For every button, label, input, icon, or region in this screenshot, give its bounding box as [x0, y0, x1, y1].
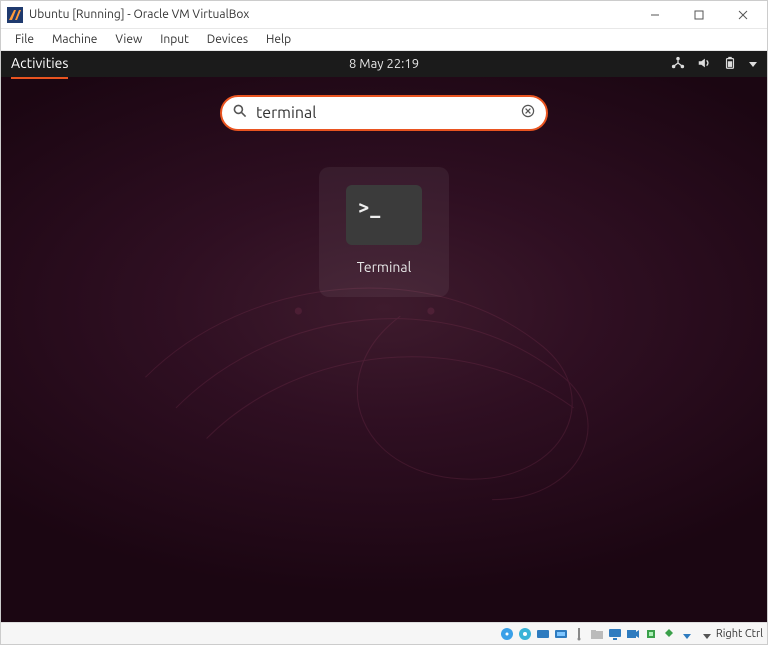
- hostkey-indicator[interactable]: Right Ctrl: [701, 628, 763, 640]
- guest-display: Activities 8 May 22:19: [1, 51, 767, 622]
- status-usb-icon[interactable]: [571, 626, 587, 642]
- activities-button[interactable]: Activities: [11, 55, 68, 73]
- host-window-controls: [633, 2, 765, 28]
- search-icon: [232, 103, 248, 123]
- clock[interactable]: 8 May 22:19: [349, 57, 419, 71]
- virtualbox-window: Ubuntu [Running] - Oracle VM VirtualBox …: [0, 0, 768, 645]
- virtualbox-menubar: File Machine View Input Devices Help: [1, 29, 767, 51]
- host-window-title: Ubuntu [Running] - Oracle VM VirtualBox: [29, 8, 633, 21]
- status-mouse-icon[interactable]: [661, 626, 677, 642]
- menu-devices[interactable]: Devices: [199, 31, 256, 48]
- battery-icon: [723, 56, 737, 73]
- status-optical-icon[interactable]: [517, 626, 533, 642]
- virtualbox-statusbar: Right Ctrl: [1, 622, 767, 644]
- menu-help[interactable]: Help: [258, 31, 299, 48]
- status-hard-disk-icon[interactable]: [499, 626, 515, 642]
- terminal-app-icon: >_: [346, 185, 422, 245]
- status-cpu-icon[interactable]: [643, 626, 659, 642]
- menu-machine[interactable]: Machine: [44, 31, 105, 48]
- status-display-icon[interactable]: [607, 626, 623, 642]
- maximize-button[interactable]: [677, 2, 721, 28]
- status-keyboard-icon[interactable]: [679, 626, 695, 642]
- chevron-down-icon: [749, 62, 757, 67]
- hostkey-label: Right Ctrl: [716, 628, 763, 640]
- menu-file[interactable]: File: [7, 31, 42, 48]
- gnome-top-bar: Activities 8 May 22:19: [1, 51, 767, 77]
- menu-input[interactable]: Input: [152, 31, 197, 48]
- search-wrap: [220, 95, 548, 131]
- host-titlebar: Ubuntu [Running] - Oracle VM VirtualBox: [1, 1, 767, 29]
- menu-view[interactable]: View: [107, 31, 150, 48]
- minimize-button[interactable]: [633, 2, 677, 28]
- virtualbox-logo-icon: [7, 7, 23, 23]
- system-tray[interactable]: [671, 56, 757, 73]
- network-icon: [671, 56, 685, 73]
- clear-search-button[interactable]: [520, 103, 536, 123]
- volume-icon: [697, 56, 711, 73]
- status-network-icon[interactable]: [553, 626, 569, 642]
- status-shared-folder-icon[interactable]: [589, 626, 605, 642]
- search-input[interactable]: [256, 104, 512, 122]
- search-box: [220, 95, 548, 131]
- status-recording-icon[interactable]: [625, 626, 641, 642]
- activities-overview: >_ Terminal: [1, 77, 767, 622]
- close-button[interactable]: [721, 2, 765, 28]
- result-label: Terminal: [357, 259, 412, 275]
- search-result-terminal[interactable]: >_ Terminal: [319, 167, 449, 297]
- status-audio-icon[interactable]: [535, 626, 551, 642]
